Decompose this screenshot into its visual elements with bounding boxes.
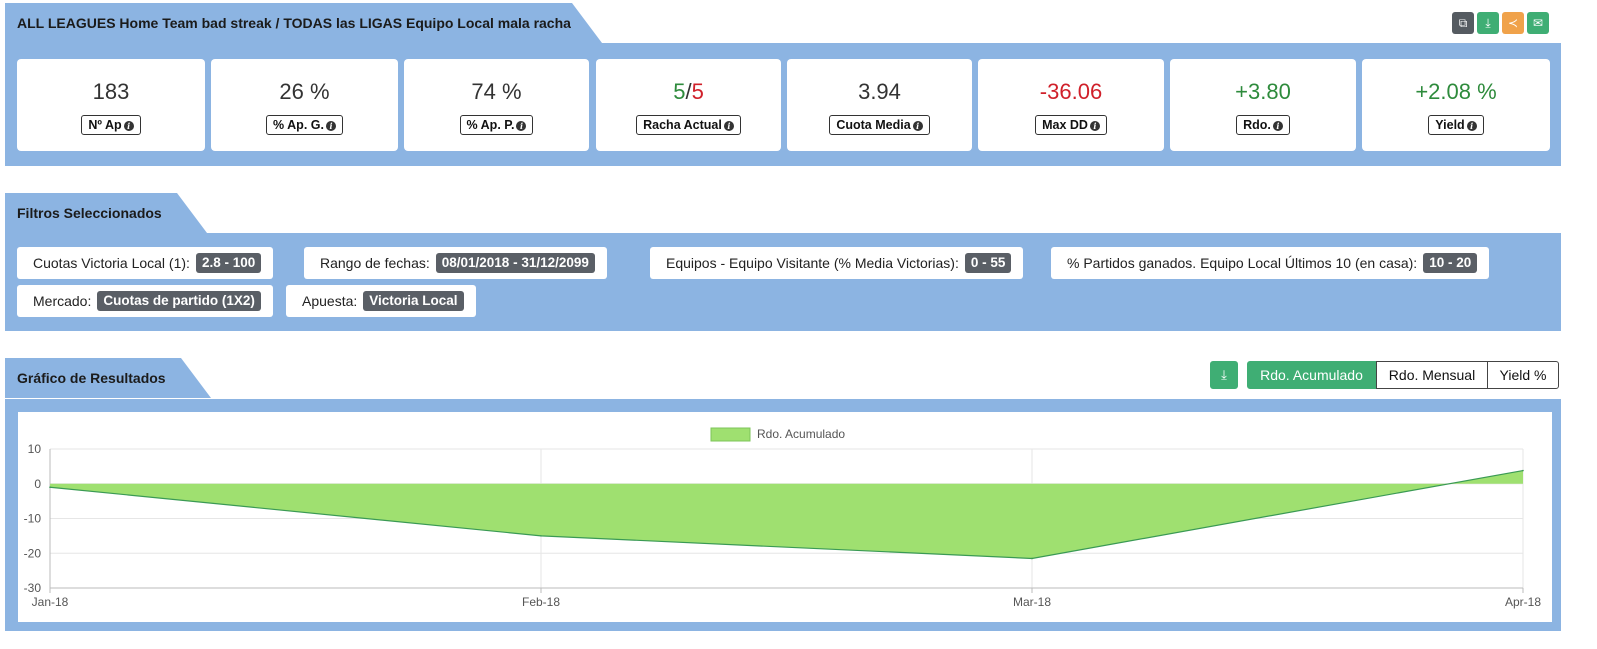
- stat-label: Nº Ap: [88, 118, 122, 132]
- y-tick-label: -20: [24, 546, 42, 560]
- stat-card-perdidas: 74 % % Ap. P. i: [404, 59, 589, 151]
- x-tick-label: Apr-18: [1505, 595, 1541, 609]
- email-icon: ✉: [1532, 16, 1544, 30]
- x-tick-label: Mar-18: [1013, 595, 1051, 609]
- filters-title-text: Filtros Seleccionados: [17, 205, 162, 221]
- stat-label-button[interactable]: % Ap. G. i: [266, 115, 343, 135]
- filter-value-badge: Cuotas de partido (1X2): [97, 291, 261, 311]
- racha-total: 5: [691, 79, 704, 104]
- stat-label-button[interactable]: Cuota Media i: [829, 115, 930, 135]
- stat-card-cuota: 3.94 Cuota Media i: [787, 59, 972, 151]
- filter-value-badge: 08/01/2018 - 31/12/2099: [435, 253, 595, 273]
- filter-label: Rango de fechas:: [320, 255, 430, 271]
- info-icon: i: [1466, 121, 1477, 131]
- stat-label-button[interactable]: Max DD i: [1035, 115, 1107, 135]
- data-point: [1031, 557, 1033, 560]
- chart-download-button[interactable]: ⤓: [1210, 361, 1238, 389]
- stat-card-ganadas: 26 % % Ap. G. i: [211, 59, 398, 151]
- stat-label: Cuota Media: [836, 118, 911, 132]
- tab-rdo-mensual[interactable]: Rdo. Mensual: [1376, 361, 1488, 389]
- y-tick-label: -10: [24, 512, 42, 526]
- filter-chip: Equipos - Equipo Visitante (% Media Vict…: [650, 247, 1024, 279]
- data-point: [1522, 469, 1524, 472]
- stat-value: 26 %: [279, 79, 330, 104]
- page-title-text: ALL LEAGUES Home Team bad streak / TODAS…: [17, 15, 571, 31]
- email-button[interactable]: ✉: [1527, 12, 1549, 34]
- stat-label-button[interactable]: Racha Actual i: [636, 115, 741, 135]
- stat-card-maxdd: -36.06 Max DD i: [978, 59, 1164, 151]
- filter-value-badge: 2.8 - 100: [195, 253, 262, 273]
- stat-value: 3.94: [858, 79, 901, 104]
- stat-value: +3.80: [1235, 79, 1291, 104]
- data-point: [49, 486, 51, 489]
- copy-button[interactable]: ⧉: [1452, 12, 1474, 34]
- filter-value-badge: Victoria Local: [363, 291, 464, 311]
- filter-value-badge: 10 - 20: [1423, 253, 1478, 273]
- filter-label: % Partidos ganados. Equipo Local Últimos…: [1067, 255, 1418, 271]
- tab-rdo-acumulado[interactable]: Rdo. Acumulado: [1247, 361, 1376, 389]
- info-icon: i: [1089, 121, 1100, 131]
- stat-card-yield: +2.08 % Yield i: [1362, 59, 1550, 151]
- stat-card-apuestas: 183 Nº Ap i: [17, 59, 205, 151]
- filter-label: Cuotas Victoria Local (1):: [33, 255, 190, 271]
- filter-chip: Cuotas Victoria Local (1): 2.8 - 100: [17, 247, 274, 279]
- share-button[interactable]: ≺: [1502, 12, 1524, 34]
- results-chart: 10 0 -10 -20 -30 Jan-18 Feb-18 Mar-18 Apr-18 Rdo.…: [18, 412, 1552, 622]
- stat-value: -36.06: [1039, 79, 1103, 104]
- stat-label-button[interactable]: Nº Ap i: [81, 115, 141, 135]
- filter-chip: Rango de fechas: 08/01/2018 - 31/12/2099: [304, 247, 607, 279]
- y-tick-label: 0: [34, 477, 41, 491]
- filter-chip: Mercado: Cuotas de partido (1X2): [17, 285, 273, 317]
- filter-label: Equipos - Equipo Visitante (% Media Vict…: [666, 255, 959, 271]
- stat-label: % Ap. G.: [273, 118, 324, 132]
- stat-value: 5/5: [596, 79, 781, 105]
- results-title-text: Gráfico de Resultados: [17, 370, 166, 386]
- data-point: [540, 535, 542, 537]
- legend-swatch: [710, 427, 751, 442]
- tab-yield[interactable]: Yield %: [1487, 361, 1559, 389]
- stat-value: 74 %: [471, 79, 522, 104]
- y-tick-label: 10: [28, 442, 42, 456]
- filter-value-badge: 0 - 55: [964, 253, 1012, 273]
- info-icon: i: [123, 121, 134, 131]
- info-icon: i: [516, 121, 527, 131]
- x-tick-label: Jan-18: [32, 595, 69, 609]
- stat-card-racha: 5/5 Racha Actual i: [596, 59, 781, 151]
- stat-label-button[interactable]: Rdo. i: [1236, 115, 1290, 135]
- info-icon: i: [1272, 121, 1283, 131]
- stat-label-button[interactable]: % Ap. P. i: [459, 115, 534, 135]
- share-icon: ≺: [1507, 16, 1519, 30]
- page-title: ALL LEAGUES Home Team bad streak / TODAS…: [5, 3, 602, 43]
- racha-wins: 5: [673, 79, 686, 104]
- y-tick-label: -30: [24, 581, 42, 595]
- stat-label: % Ap. P.: [466, 118, 515, 132]
- stat-value: +2.08 %: [1415, 79, 1497, 104]
- stat-value: 183: [92, 79, 130, 104]
- stat-card-rdo: +3.80 Rdo. i: [1170, 59, 1356, 151]
- filter-chip: Apuesta: Victoria Local: [286, 285, 476, 317]
- results-chart-svg: 10 0 -10 -20 -30Jan-18 Feb-18 Mar-18 Apr-18 Rdo.…: [24, 427, 1542, 609]
- info-icon: i: [325, 121, 336, 131]
- download-icon: ⤓: [1485, 16, 1491, 30]
- filter-label: Mercado:: [33, 293, 92, 309]
- stat-label: Rdo.: [1243, 118, 1271, 132]
- download-icon: ⤓: [1221, 367, 1227, 382]
- stat-label: Yield: [1435, 118, 1465, 132]
- download-button[interactable]: ⤓: [1477, 12, 1499, 34]
- stat-label-button[interactable]: Yield i: [1428, 115, 1484, 135]
- filters-title: Filtros Seleccionados: [5, 193, 207, 233]
- stat-label: Max DD: [1042, 118, 1088, 132]
- x-tick-label: Feb-18: [522, 595, 560, 609]
- copy-icon: ⧉: [1458, 16, 1468, 30]
- results-title: Gráfico de Resultados: [5, 358, 211, 398]
- info-icon: i: [912, 121, 923, 131]
- legend-label: Rdo. Acumulado: [757, 427, 845, 441]
- info-icon: i: [723, 121, 734, 131]
- filter-chip: % Partidos ganados. Equipo Local Últimos…: [1051, 247, 1490, 279]
- stat-label: Racha Actual: [643, 118, 722, 132]
- filter-label: Apuesta:: [302, 293, 358, 309]
